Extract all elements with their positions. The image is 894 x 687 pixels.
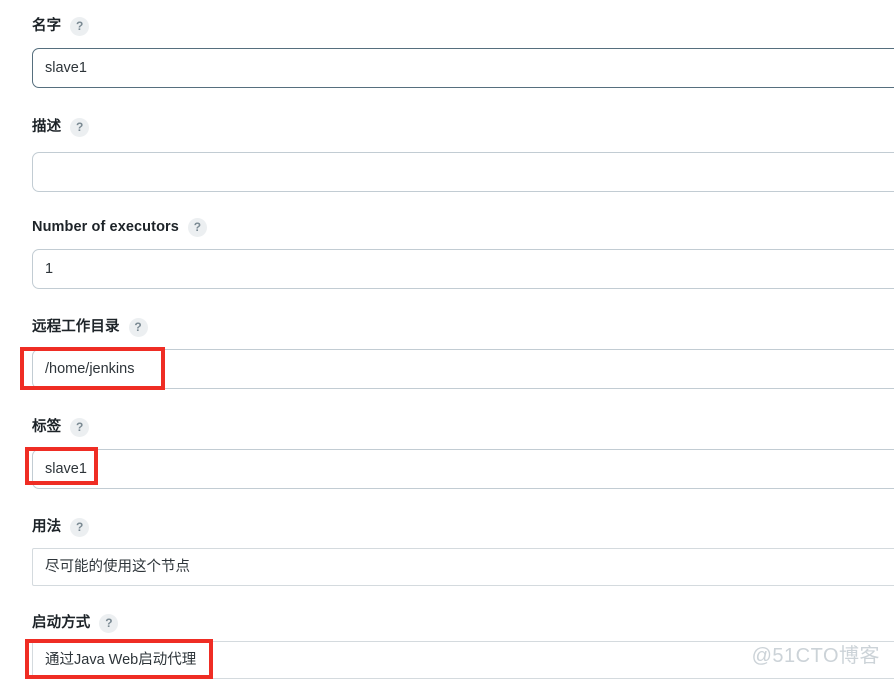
select-usage-value: 尽可能的使用这个节点 xyxy=(45,558,190,575)
watermark: @51CTO博客 xyxy=(751,645,880,667)
label-number-of-executors-text: Number of executors xyxy=(32,219,179,235)
label-remote-root-directory-text: 远程工作目录 xyxy=(32,319,120,335)
field-description: 描述 ? xyxy=(32,117,90,137)
field-labels: 标签 ? xyxy=(32,417,90,437)
label-labels-text: 标签 xyxy=(32,419,62,435)
label-launch-method-text: 启动方式 xyxy=(32,615,91,631)
field-launch-method: 启动方式 ? xyxy=(32,613,119,633)
field-remote-root-directory: 远程工作目录 ? xyxy=(32,317,148,337)
help-icon[interactable]: ? xyxy=(70,16,90,36)
label-remote-root-directory: 远程工作目录 ? xyxy=(32,317,148,337)
label-usage-text: 用法 xyxy=(32,519,62,535)
help-icon[interactable]: ? xyxy=(70,117,90,137)
input-node-name[interactable]: slave1 xyxy=(32,48,894,88)
select-launch-method-value: 通过Java Web启动代理 xyxy=(45,651,197,668)
help-icon[interactable]: ? xyxy=(70,517,90,537)
help-icon[interactable]: ? xyxy=(128,317,148,337)
label-node-name-text: 名字 xyxy=(32,18,62,34)
input-labels[interactable]: slave1 xyxy=(32,449,894,489)
help-icon[interactable]: ? xyxy=(99,613,119,633)
label-labels: 标签 ? xyxy=(32,417,90,437)
help-icon[interactable]: ? xyxy=(70,417,90,437)
input-remote-root-directory-value: /home/jenkins xyxy=(45,360,135,377)
label-node-name: 名字 ? xyxy=(32,16,90,36)
label-description-text: 描述 xyxy=(32,119,62,135)
input-number-of-executors[interactable]: 1 xyxy=(32,249,894,289)
input-labels-value: slave1 xyxy=(45,460,87,477)
help-icon[interactable]: ? xyxy=(187,217,207,237)
label-usage: 用法 ? xyxy=(32,517,90,537)
select-usage[interactable]: 尽可能的使用这个节点 xyxy=(32,548,894,586)
input-remote-root-directory[interactable]: /home/jenkins xyxy=(32,349,894,389)
label-description: 描述 ? xyxy=(32,117,90,137)
input-description[interactable] xyxy=(32,152,894,192)
label-number-of-executors: Number of executors ? xyxy=(32,217,207,237)
node-configuration-form: 名字 ? slave1 描述 ? Number of executors ? 1… xyxy=(0,0,894,687)
label-launch-method: 启动方式 ? xyxy=(32,613,119,633)
field-node-name: 名字 ? xyxy=(32,16,90,36)
input-number-of-executors-value: 1 xyxy=(45,260,54,277)
field-usage: 用法 ? xyxy=(32,517,90,537)
field-number-of-executors: Number of executors ? xyxy=(32,217,207,237)
input-node-name-value: slave1 xyxy=(45,59,87,76)
